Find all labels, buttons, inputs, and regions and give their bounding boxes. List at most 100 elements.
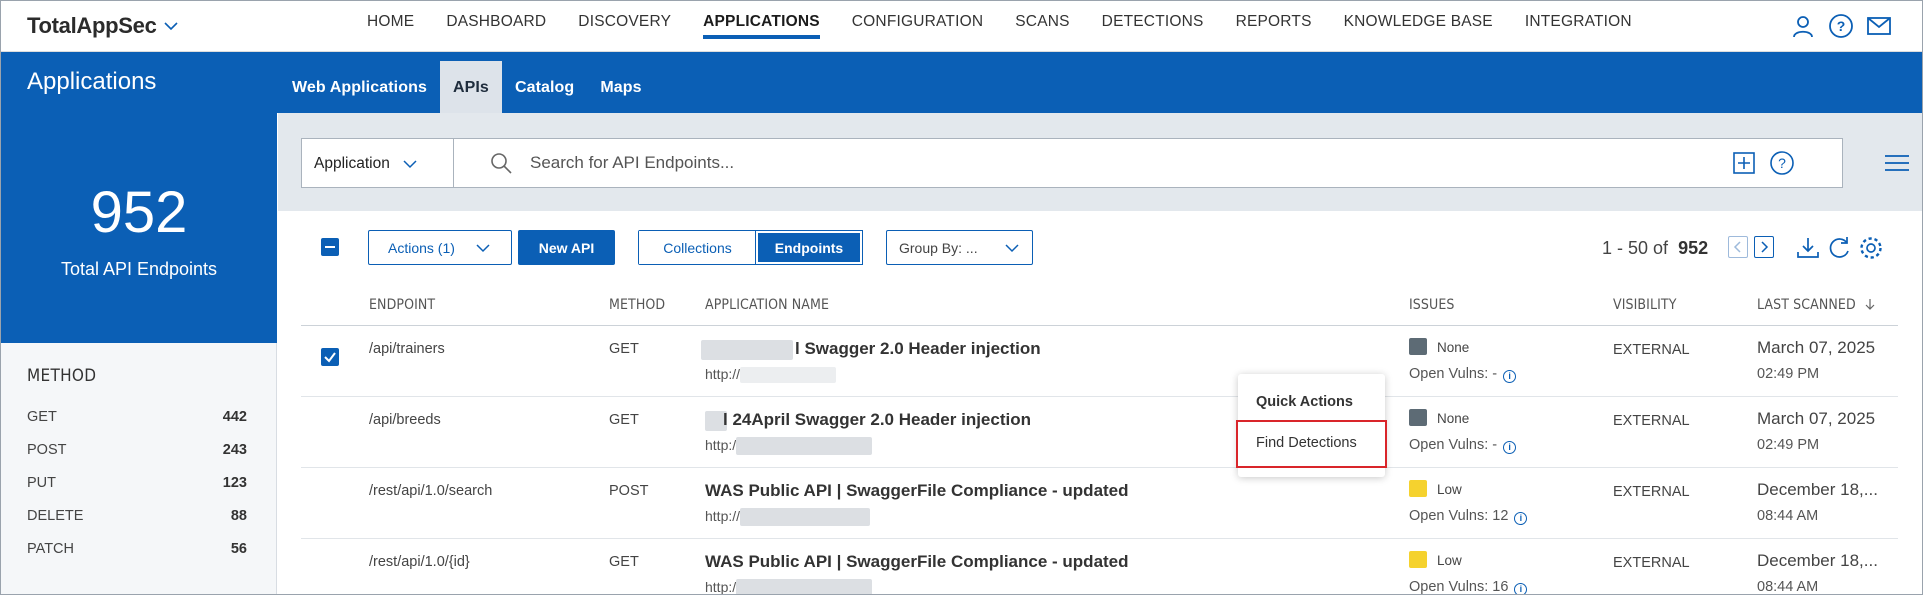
mail-icon[interactable]: [1866, 13, 1892, 39]
severity-swatch: [1409, 480, 1427, 497]
application-name-text: l Swagger 2.0 Header injection: [795, 339, 1041, 358]
select-all-checkbox[interactable]: [321, 238, 339, 256]
nav-reports[interactable]: REPORTS: [1236, 1, 1312, 52]
search-icon: [491, 153, 512, 174]
summary-card: 952 Total API Endpoints: [1, 113, 277, 343]
nav-knowledge-base[interactable]: KNOWLEDGE BASE: [1344, 1, 1493, 52]
actions-dropdown[interactable]: Actions (1): [368, 230, 512, 265]
help-icon[interactable]: ?: [1769, 150, 1795, 176]
prev-page-button[interactable]: [1728, 236, 1748, 258]
redacted-text: [736, 579, 873, 594]
chevron-down-icon[interactable]: [162, 17, 180, 35]
visibility: EXTERNAL: [1613, 555, 1690, 571]
application-name[interactable]: WAS Public API | SwaggerFile Compliance …: [705, 481, 1129, 501]
col-issues[interactable]: ISSUES: [1409, 297, 1455, 313]
table-row[interactable]: /rest/api/1.0/{id} GET WAS Public API | …: [301, 539, 1898, 595]
new-api-button[interactable]: New API: [518, 230, 615, 265]
nav-discovery[interactable]: DISCOVERY: [578, 1, 671, 52]
open-vulns-text: Open Vulns: -: [1409, 366, 1498, 382]
endpoint-path[interactable]: /rest/api/1.0/search: [369, 483, 492, 499]
url-text: http:/: [705, 579, 737, 595]
endpoint-path[interactable]: /api/breeds: [369, 412, 441, 428]
nav-dashboard[interactable]: DASHBOARD: [446, 1, 546, 52]
group-by-dropdown[interactable]: Group By: ...: [886, 230, 1033, 265]
section-header: Applications Web Applications APIs Catal…: [1, 52, 1922, 113]
method-filter-heading: METHOD: [27, 366, 97, 386]
method-filter-post[interactable]: POST 243: [27, 442, 247, 475]
tab-apis[interactable]: APIs: [439, 61, 502, 113]
nav-integration[interactable]: INTEGRATION: [1525, 1, 1632, 52]
col-method[interactable]: METHOD: [609, 297, 665, 313]
brand-name: TotalAppSec: [27, 13, 157, 38]
col-visibility[interactable]: VISIBILITY: [1613, 297, 1677, 313]
nav-home[interactable]: HOME: [367, 1, 414, 52]
find-detections-menu-item[interactable]: Find Detections: [1236, 420, 1387, 468]
issue-severity: Low: [1409, 551, 1462, 568]
main-nav: HOME DASHBOARD DISCOVERY APPLICATIONS CO…: [367, 1, 1664, 52]
application-url: http://: [705, 366, 837, 384]
method-filter-get[interactable]: GET 442: [27, 409, 247, 442]
refresh-icon[interactable]: [1827, 235, 1853, 261]
info-icon[interactable]: i: [1514, 512, 1528, 525]
redacted-text: [740, 367, 837, 384]
method-count: 243: [222, 442, 247, 458]
visibility: EXTERNAL: [1613, 484, 1690, 500]
method-count: 442: [222, 409, 247, 425]
info-icon[interactable]: i: [1503, 441, 1517, 454]
col-application-name[interactable]: APPLICATION NAME: [705, 297, 829, 313]
open-vulns: Open Vulns: - i: [1409, 366, 1517, 383]
svg-text:?: ?: [1778, 155, 1786, 171]
tab-web-applications[interactable]: Web Applications: [279, 61, 440, 113]
last-scanned-time: 02:49 PM: [1757, 366, 1820, 382]
collections-toggle[interactable]: Collections: [639, 231, 756, 264]
chevron-down-icon: [403, 160, 417, 169]
application-name[interactable]: l 24April Swagger 2.0 Header injection: [705, 410, 1031, 431]
search-input[interactable]: [530, 139, 1530, 187]
tab-maps[interactable]: Maps: [587, 61, 654, 113]
last-scanned-date: March 07, 2025: [1757, 338, 1876, 357]
info-icon[interactable]: i: [1514, 583, 1528, 594]
row-checkbox[interactable]: [321, 348, 339, 366]
sub-tabs: Web Applications APIs Catalog Maps: [279, 61, 655, 113]
help-icon[interactable]: ?: [1828, 13, 1854, 39]
last-scanned-time: 02:49 PM: [1757, 437, 1820, 453]
url-text: http://: [705, 366, 741, 382]
add-icon[interactable]: [1732, 151, 1756, 175]
group-by-label: Group By: ...: [899, 239, 978, 256]
nav-applications[interactable]: APPLICATIONS: [703, 1, 820, 52]
nav-scans[interactable]: SCANS: [1015, 1, 1069, 52]
pager-total: 952: [1678, 238, 1709, 258]
tab-catalog[interactable]: Catalog: [502, 61, 587, 113]
method-filter-put[interactable]: PUT 123: [27, 475, 247, 508]
open-vulns: Open Vulns: 16 i: [1409, 579, 1528, 594]
total-count: 952: [90, 180, 188, 245]
application-name[interactable]: l Swagger 2.0 Header injection: [701, 339, 1041, 360]
method-filter-delete[interactable]: DELETE 88: [27, 508, 247, 541]
endpoint-path[interactable]: /api/trainers: [369, 341, 445, 357]
svg-text:?: ?: [1837, 18, 1846, 34]
open-vulns: Open Vulns: 12 i: [1409, 508, 1528, 525]
menu-icon[interactable]: [1883, 153, 1911, 173]
method-filter-patch[interactable]: PATCH 56: [27, 541, 247, 574]
endpoints-toggle[interactable]: Endpoints: [755, 230, 863, 265]
user-icon[interactable]: [1790, 13, 1816, 39]
gear-icon[interactable]: [1858, 235, 1884, 261]
table-row[interactable]: /api/trainers GET l Swagger 2.0 Header i…: [301, 326, 1898, 397]
search-scope-select[interactable]: Application: [302, 139, 454, 187]
nav-configuration[interactable]: CONFIGURATION: [852, 1, 983, 52]
search-area: Application ?: [278, 113, 1922, 211]
pagination-info: 1 - 50 of 952: [1602, 238, 1708, 259]
table-row[interactable]: /rest/api/1.0/search POST WAS Public API…: [301, 468, 1898, 539]
col-last-scanned[interactable]: LAST SCANNED: [1757, 297, 1876, 313]
method-label: PATCH: [27, 541, 74, 557]
application-url: http:/: [705, 437, 873, 456]
download-icon[interactable]: [1795, 235, 1821, 261]
next-page-button[interactable]: [1754, 236, 1774, 258]
application-name[interactable]: WAS Public API | SwaggerFile Compliance …: [705, 552, 1129, 572]
nav-detections[interactable]: DETECTIONS: [1102, 1, 1204, 52]
severity-label: Low: [1437, 482, 1462, 497]
col-endpoint[interactable]: ENDPOINT: [369, 297, 435, 313]
table-row[interactable]: /api/breeds GET l 24April Swagger 2.0 He…: [301, 397, 1898, 468]
info-icon[interactable]: i: [1503, 370, 1517, 383]
endpoint-path[interactable]: /rest/api/1.0/{id}: [369, 554, 470, 570]
